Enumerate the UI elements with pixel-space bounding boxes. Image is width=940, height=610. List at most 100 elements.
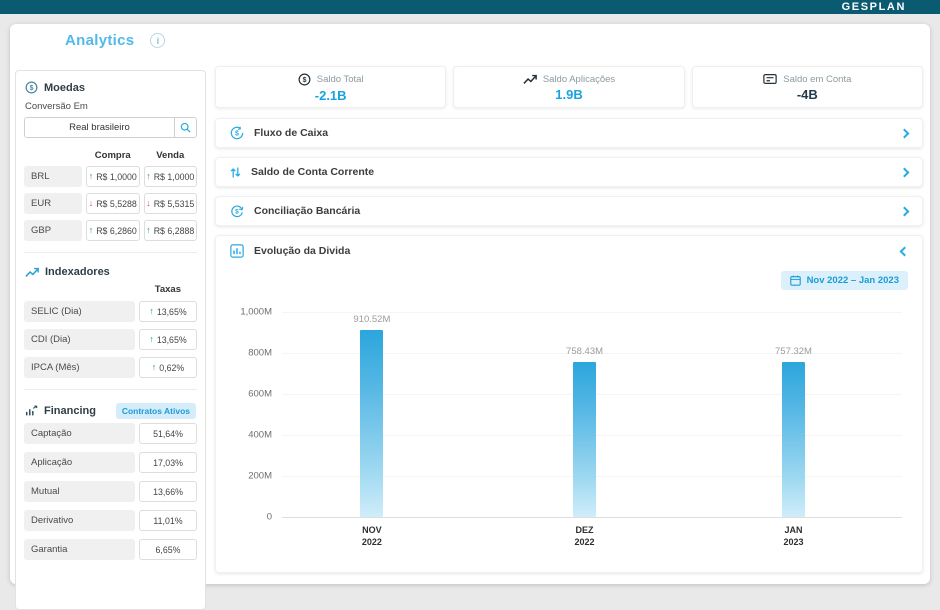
currency-code: GBP bbox=[24, 220, 82, 241]
x-axis-label: JAN 2023 bbox=[783, 524, 803, 548]
date-range-filter[interactable]: Nov 2022 – Jan 2023 bbox=[781, 271, 908, 290]
col-venda: Venda bbox=[144, 150, 198, 161]
summary-cards: $ Saldo Total -2.1B Saldo Aplicações 1.9… bbox=[215, 66, 923, 108]
index-value: ↑ 13,65% bbox=[139, 329, 197, 350]
col-compra: Compra bbox=[86, 150, 140, 161]
financing-row-mutual: Mutual 13,66% bbox=[24, 481, 197, 502]
chevron-left-icon[interactable] bbox=[900, 246, 910, 256]
financing-value: 51,64% bbox=[139, 423, 197, 444]
debt-evolution-chart: 1,000M 800M 600M 400M 200M 0 910.52M 758… bbox=[230, 302, 908, 542]
conversion-label: Conversão Em bbox=[25, 101, 196, 112]
bar-group: 910.52M bbox=[342, 312, 402, 517]
panel-title: Saldo de Conta Corrente bbox=[251, 166, 374, 178]
financing-label: Garantia bbox=[24, 539, 135, 560]
currency-row-gbp: GBP ↑ R$ 6,2860 ↑ R$ 6,2888 bbox=[24, 220, 197, 241]
down-arrow-icon: ↓ bbox=[89, 199, 94, 208]
up-arrow-icon: ↑ bbox=[146, 226, 151, 235]
index-value: ↑ 13,65% bbox=[139, 301, 197, 322]
calendar-icon bbox=[790, 275, 801, 286]
compra-value: ↑ R$ 6,2860 bbox=[86, 220, 140, 241]
bar-value-label: 910.52M bbox=[353, 314, 390, 325]
financing-row-aplicacao: Aplicação 17,03% bbox=[24, 452, 197, 473]
trend-up-icon bbox=[523, 74, 537, 85]
y-axis-tick: 600M bbox=[248, 389, 272, 400]
financing-row-derivativo: Derivativo 11,01% bbox=[24, 510, 197, 531]
panel-header[interactable]: Evolução da Divida bbox=[216, 236, 922, 266]
chevron-right-icon[interactable] bbox=[900, 206, 910, 216]
reconciliation-icon: $ bbox=[230, 204, 244, 218]
contratos-ativos-badge[interactable]: Contratos Ativos bbox=[116, 403, 196, 419]
plot-area: 1,000M 800M 600M 400M 200M 0 910.52M 758… bbox=[282, 312, 902, 518]
index-label: SELIC (Dia) bbox=[24, 301, 135, 322]
financing-label: Captação bbox=[24, 423, 135, 444]
search-icon[interactable] bbox=[174, 118, 196, 137]
index-label: CDI (Dia) bbox=[24, 329, 135, 350]
compra-value: ↓ R$ 5,5288 bbox=[86, 193, 140, 214]
financing-row-garantia: Garantia 6,65% bbox=[24, 539, 197, 560]
venda-amount: R$ 1,0000 bbox=[154, 172, 195, 182]
y-axis-tick: 400M bbox=[248, 430, 272, 441]
bar-value-label: 758.43M bbox=[566, 346, 603, 357]
panel-fluxo-de-caixa[interactable]: $ Fluxo de Caixa bbox=[215, 118, 923, 148]
summary-card-saldo-em-conta: Saldo em Conta -4B bbox=[692, 66, 923, 108]
venda-amount: R$ 5,5315 bbox=[154, 199, 195, 209]
financing-value: 11,01% bbox=[139, 510, 197, 531]
summary-value: 1.9B bbox=[555, 88, 582, 101]
x-axis-label: NOV 2022 bbox=[362, 524, 382, 548]
summary-card-saldo-total: $ Saldo Total -2.1B bbox=[215, 66, 446, 108]
page-title: Analytics bbox=[65, 32, 134, 49]
moedas-section-header: $ Moedas bbox=[24, 79, 197, 96]
transfer-arrows-icon bbox=[230, 166, 241, 179]
info-icon[interactable]: i bbox=[150, 33, 165, 48]
dashboard-card: Analytics i $ Moedas Conversão Em Compra… bbox=[10, 24, 930, 584]
index-rate: 13,65% bbox=[157, 307, 187, 317]
compra-value: ↑ R$ 1,0000 bbox=[86, 166, 140, 187]
panel-evolucao-da-divida: Evolução da Divida Nov 2022 – Jan 2023 bbox=[215, 235, 923, 573]
account-card-icon bbox=[763, 73, 777, 85]
summary-label: Saldo em Conta bbox=[783, 74, 851, 85]
cashflow-icon: $ bbox=[230, 126, 244, 140]
index-label: IPCA (Mês) bbox=[24, 357, 135, 378]
chevron-right-icon[interactable] bbox=[900, 128, 910, 138]
index-value: ↑ 0,62% bbox=[139, 357, 197, 378]
down-arrow-icon: ↓ bbox=[146, 199, 151, 208]
panel-title: Evolução da Divida bbox=[254, 245, 350, 257]
svg-text:$: $ bbox=[30, 85, 34, 92]
currency-search-input[interactable] bbox=[25, 118, 174, 137]
venda-amount: R$ 6,2888 bbox=[154, 226, 195, 236]
currency-code: BRL bbox=[24, 166, 82, 187]
summary-label: Saldo Aplicações bbox=[543, 74, 615, 85]
chevron-right-icon[interactable] bbox=[900, 167, 910, 177]
svg-text:$: $ bbox=[235, 208, 239, 215]
summary-label: Saldo Total bbox=[317, 74, 364, 85]
panel-conciliacao-bancaria[interactable]: $ Conciliação Bancária bbox=[215, 196, 923, 226]
bar-group: 757.32M bbox=[764, 312, 824, 517]
panel-saldo-conta-corrente[interactable]: Saldo de Conta Corrente bbox=[215, 157, 923, 187]
venda-value: ↑ R$ 1,0000 bbox=[144, 166, 198, 187]
dollar-coin-icon: $ bbox=[25, 81, 38, 94]
currency-search-box bbox=[24, 117, 197, 138]
x-axis-label: DEZ 2022 bbox=[575, 524, 595, 548]
sidebar: $ Moedas Conversão Em Compra Venda BRL ↑… bbox=[15, 70, 206, 610]
currency-table-header: Compra Venda bbox=[24, 150, 197, 161]
financing-title: Financing bbox=[44, 405, 96, 417]
venda-value: ↑ R$ 6,2888 bbox=[144, 220, 198, 241]
y-axis-tick: 0 bbox=[267, 512, 272, 523]
panel-title: Conciliação Bancária bbox=[254, 205, 360, 217]
bar-group: 758.43M bbox=[555, 312, 615, 517]
up-arrow-icon: ↑ bbox=[149, 307, 154, 316]
summary-value: -4B bbox=[797, 88, 818, 101]
page-header: Analytics i bbox=[65, 32, 165, 49]
bar-dez-2022[interactable] bbox=[573, 362, 596, 517]
main-content: $ Saldo Total -2.1B Saldo Aplicações 1.9… bbox=[215, 66, 923, 573]
currency-row-brl: BRL ↑ R$ 1,0000 ↑ R$ 1,0000 bbox=[24, 166, 197, 187]
index-row-ipca: IPCA (Mês) ↑ 0,62% bbox=[24, 357, 197, 378]
bar-jan-2023[interactable] bbox=[782, 362, 805, 517]
financing-value: 13,66% bbox=[139, 481, 197, 502]
financing-row-captacao: Captação 51,64% bbox=[24, 423, 197, 444]
financing-label: Aplicação bbox=[24, 452, 135, 473]
bar-nov-2022[interactable] bbox=[360, 330, 383, 517]
summary-value: -2.1B bbox=[315, 89, 347, 102]
summary-card-saldo-aplicacoes: Saldo Aplicações 1.9B bbox=[453, 66, 684, 108]
bar-chart-up-icon bbox=[25, 405, 38, 417]
